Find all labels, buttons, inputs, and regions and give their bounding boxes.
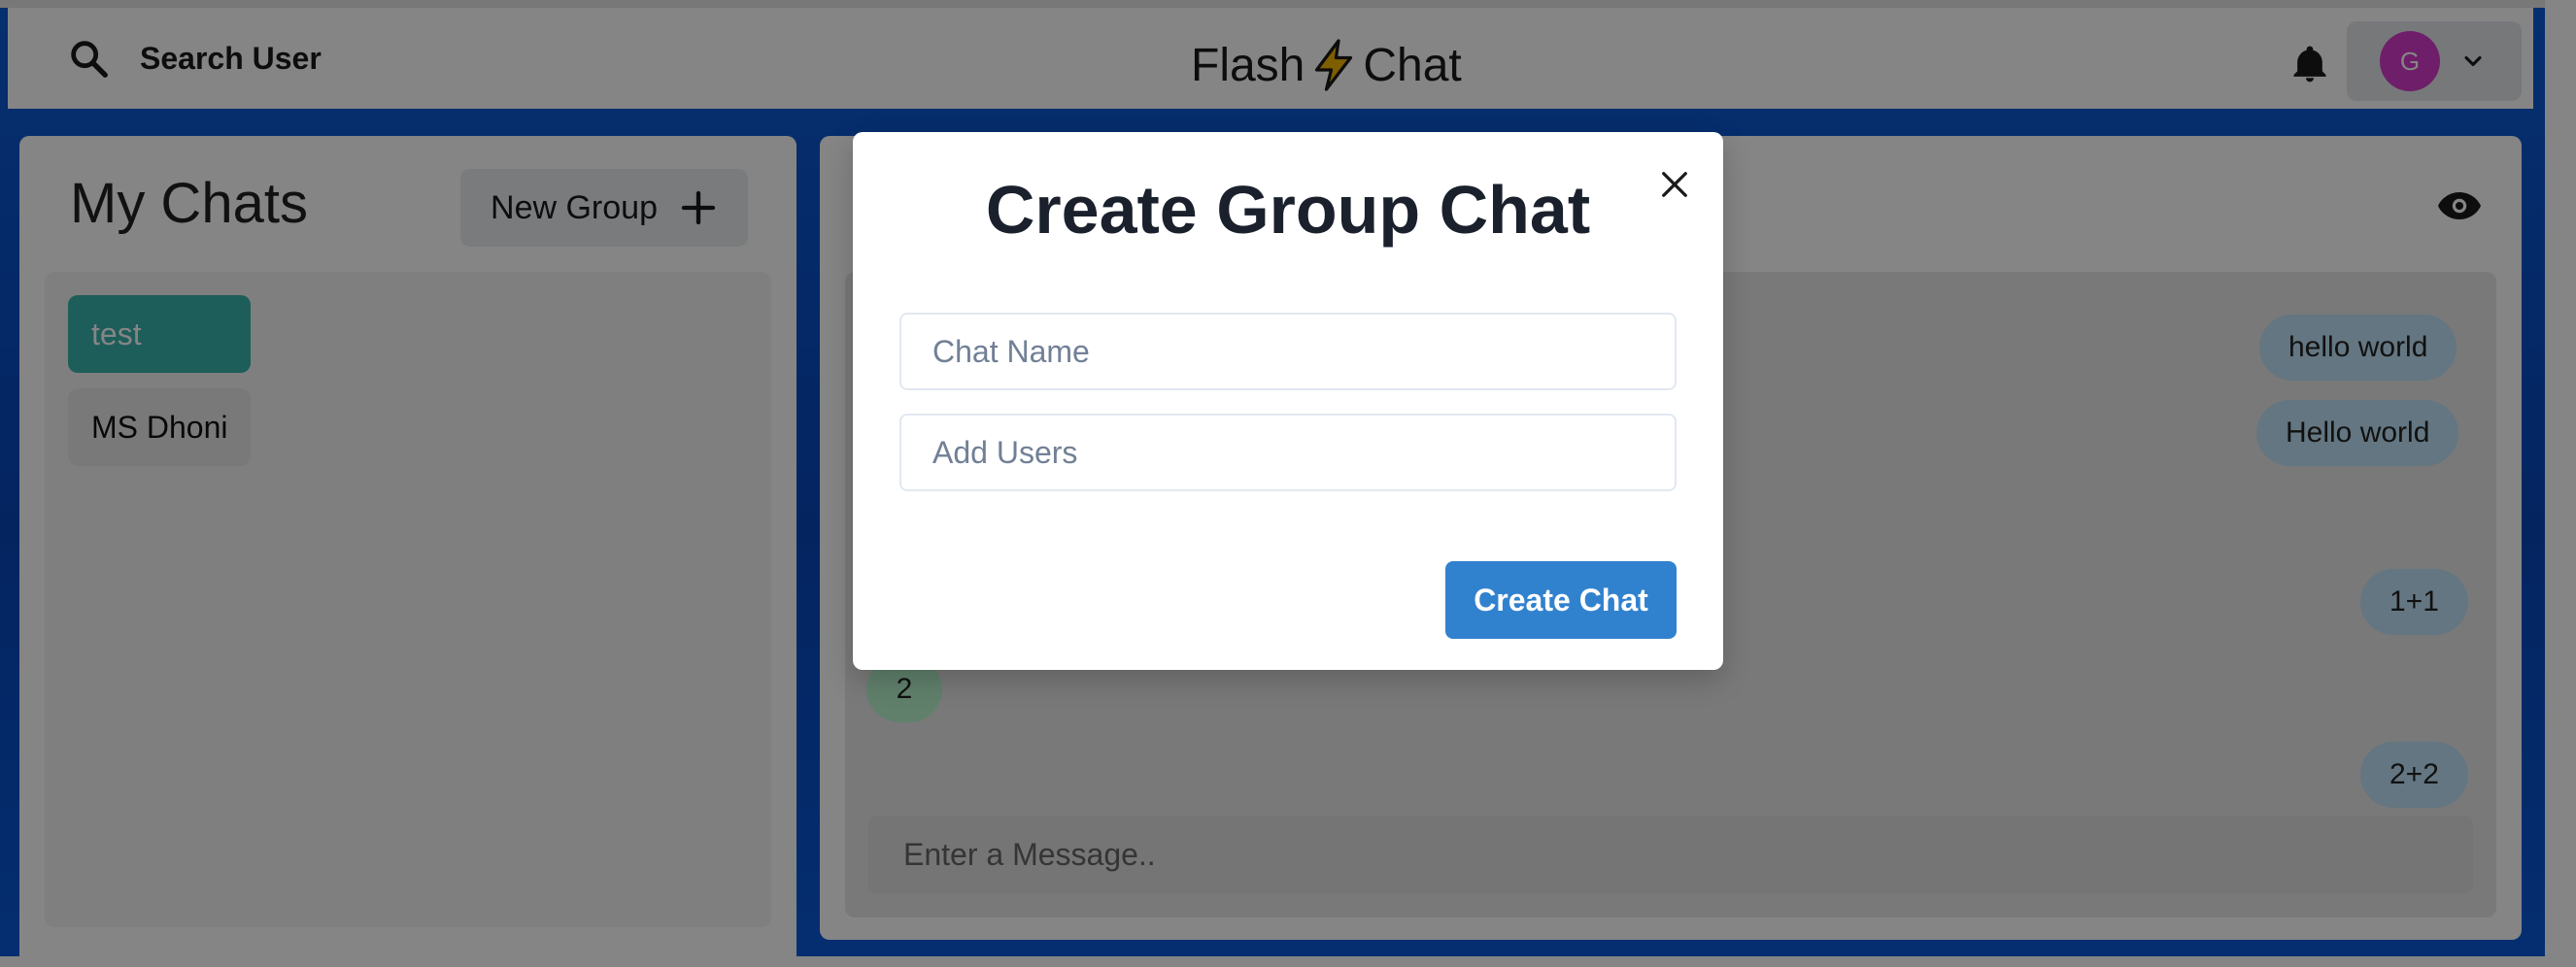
close-icon	[1662, 172, 1687, 197]
add-users-input[interactable]	[899, 414, 1677, 491]
chat-name-input[interactable]	[899, 313, 1677, 390]
close-button[interactable]	[1645, 155, 1704, 214]
create-group-chat-modal: Create Group Chat Create Chat	[853, 132, 1723, 670]
create-chat-button[interactable]: Create Chat	[1445, 561, 1677, 639]
modal-title: Create Group Chat	[985, 172, 1591, 248]
